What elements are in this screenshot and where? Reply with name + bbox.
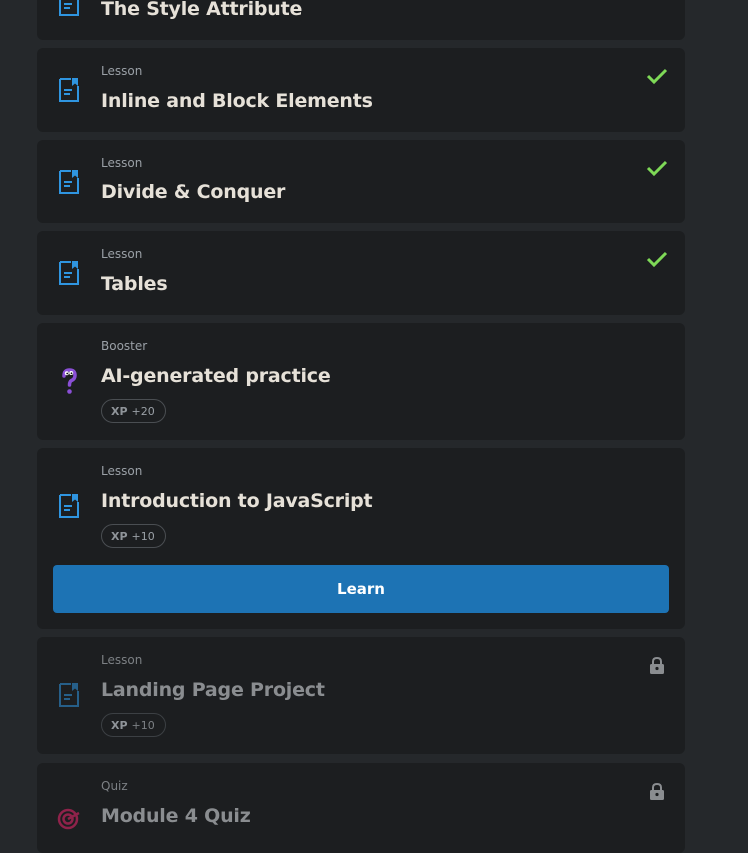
lesson-title: Divide & Conquer — [101, 181, 286, 203]
lesson-title: Tables — [101, 273, 168, 295]
lesson-title: Landing Page Project — [101, 679, 325, 701]
lesson-document-icon — [59, 78, 79, 102]
quiz-card-module-4[interactable]: Quiz Module 4 Quiz — [37, 763, 685, 853]
question-mark-icon — [62, 368, 77, 394]
item-type-label: Booster — [101, 339, 148, 353]
xp-badge: XP +10 — [101, 524, 166, 548]
xp-value: +10 — [131, 529, 155, 543]
lesson-title: The Style Attribute — [101, 0, 303, 20]
completed-check-icon — [646, 68, 668, 85]
target-quiz-icon — [57, 808, 80, 830]
xp-badge: XP +10 — [101, 713, 166, 737]
item-type-label: Lesson — [101, 156, 143, 170]
xp-label: XP — [111, 718, 128, 732]
lesson-card-landing-page-project[interactable]: Lesson Landing Page Project XP +10 — [37, 637, 685, 754]
completed-check-icon — [646, 160, 668, 177]
xp-value: +10 — [131, 718, 155, 732]
lesson-card-divide-conquer[interactable]: Lesson Divide & Conquer — [37, 140, 685, 223]
lesson-title: Introduction to JavaScript — [101, 490, 373, 512]
lesson-document-icon — [59, 683, 79, 707]
item-type-label: Lesson — [101, 64, 143, 78]
quiz-title: Module 4 Quiz — [101, 805, 251, 827]
lesson-document-icon — [59, 261, 79, 285]
lesson-card-style-attribute[interactable]: The Style Attribute — [37, 0, 685, 40]
xp-label: XP — [111, 404, 128, 418]
lesson-card-inline-block[interactable]: Lesson Inline and Block Elements — [37, 48, 685, 132]
lesson-document-icon — [59, 0, 79, 16]
lesson-card-intro-javascript[interactable]: Lesson Introduction to JavaScript XP +10… — [37, 448, 685, 629]
lesson-card-tables[interactable]: Lesson Tables — [37, 231, 685, 315]
learn-button[interactable]: Learn — [53, 565, 669, 613]
xp-value: +20 — [131, 404, 155, 418]
lesson-document-icon — [59, 494, 79, 518]
item-type-label: Lesson — [101, 464, 143, 478]
lock-icon — [650, 782, 664, 800]
item-type-label: Lesson — [101, 247, 143, 261]
xp-label: XP — [111, 529, 128, 543]
completed-check-icon — [646, 251, 668, 268]
lock-icon — [650, 656, 664, 674]
xp-badge: XP +20 — [101, 399, 166, 423]
lesson-title: Inline and Block Elements — [101, 90, 373, 112]
lesson-document-icon — [59, 170, 79, 194]
booster-card-ai-practice[interactable]: Booster AI-generated practice XP +20 — [37, 323, 685, 440]
item-type-label: Lesson — [101, 653, 143, 667]
item-type-label: Quiz — [101, 779, 128, 793]
booster-title: AI-generated practice — [101, 365, 331, 387]
